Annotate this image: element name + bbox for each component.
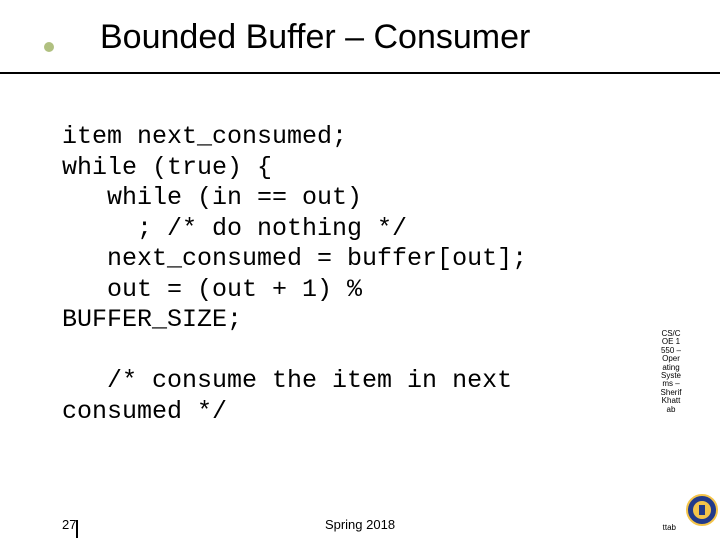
page-number: 27 bbox=[62, 517, 76, 532]
term-label: Spring 2018 bbox=[325, 517, 395, 532]
course-sidetext: CS/COE 1550 – Operating Systems – Sherif… bbox=[660, 330, 682, 414]
horizontal-rule bbox=[0, 72, 720, 74]
page-bar bbox=[76, 520, 78, 538]
slide-title: Bounded Buffer – Consumer bbox=[100, 18, 530, 56]
university-seal-icon bbox=[686, 494, 718, 526]
footer: 27 Spring 2018 ttab bbox=[0, 508, 720, 532]
code-block: item next_consumed; while (true) { while… bbox=[62, 122, 682, 427]
title-wrap: Bounded Buffer – Consumer bbox=[0, 18, 720, 57]
slide: Bounded Buffer – Consumer item next_cons… bbox=[0, 0, 720, 540]
footer-last: ttab bbox=[663, 523, 676, 532]
